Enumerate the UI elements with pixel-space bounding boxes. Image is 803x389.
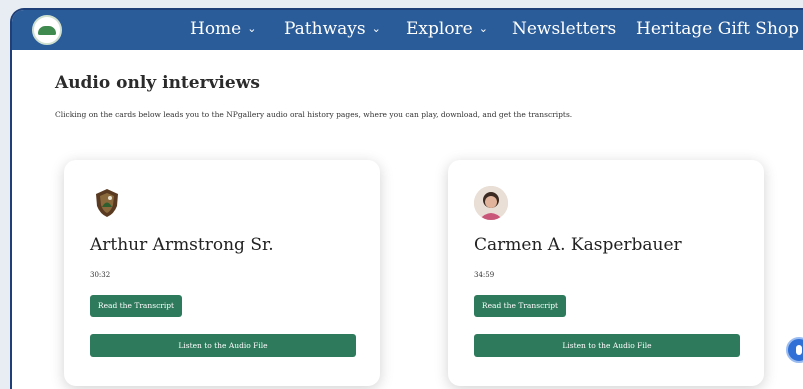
nav-gift-shop-label: Heritage Gift Shop [636,19,800,39]
section-title: Audio only interviews [55,73,260,93]
interviewee-name: Carmen A. Kasperbauer [474,235,682,255]
browser-frame: Home ⌄ Pathways ⌄ Explore ⌄ Newsletters Her… [10,8,803,389]
listen-audio-button[interactable]: Listen to the Audio File [474,334,740,357]
nav-explore[interactable]: Explore ⌄ [406,19,488,39]
audio-duration: 34:59 [474,271,495,279]
leaf-logo-icon[interactable] [32,15,62,45]
interviewee-name: Arthur Armstrong Sr. [90,235,274,255]
nav-newsletters-label: Newsletters [512,19,617,39]
nav-home[interactable]: Home ⌄ [190,19,256,39]
chevron-down-icon: ⌄ [478,22,488,35]
nps-arrowhead-icon [90,186,124,220]
nav-gift-shop[interactable]: Heritage Gift Shop [636,19,799,39]
chevron-down-icon: ⌄ [371,22,381,35]
nav-home-label: Home [190,19,242,39]
read-transcript-button[interactable]: Read the Transcript [474,295,566,317]
section-intro: Clicking on the cards below leads you to… [55,110,573,119]
audio-duration: 30:32 [90,271,111,279]
nav-pathways-label: Pathways [284,19,366,39]
portrait-photo [474,186,508,220]
nav-explore-label: Explore [406,19,473,39]
interview-card[interactable]: Carmen A. Kasperbauer 34:59 Read the Tra… [448,160,764,386]
interview-card[interactable]: Arthur Armstrong Sr. 30:32 Read the Tran… [64,160,380,386]
nav-pathways[interactable]: Pathways ⌄ [284,19,381,39]
chevron-down-icon: ⌄ [247,22,257,35]
read-transcript-button[interactable]: Read the Transcript [90,295,182,317]
listen-audio-button[interactable]: Listen to the Audio File [90,334,356,357]
top-nav: Home ⌄ Pathways ⌄ Explore ⌄ Newsletters Her… [12,10,803,50]
nav-newsletters[interactable]: Newsletters [512,19,616,39]
